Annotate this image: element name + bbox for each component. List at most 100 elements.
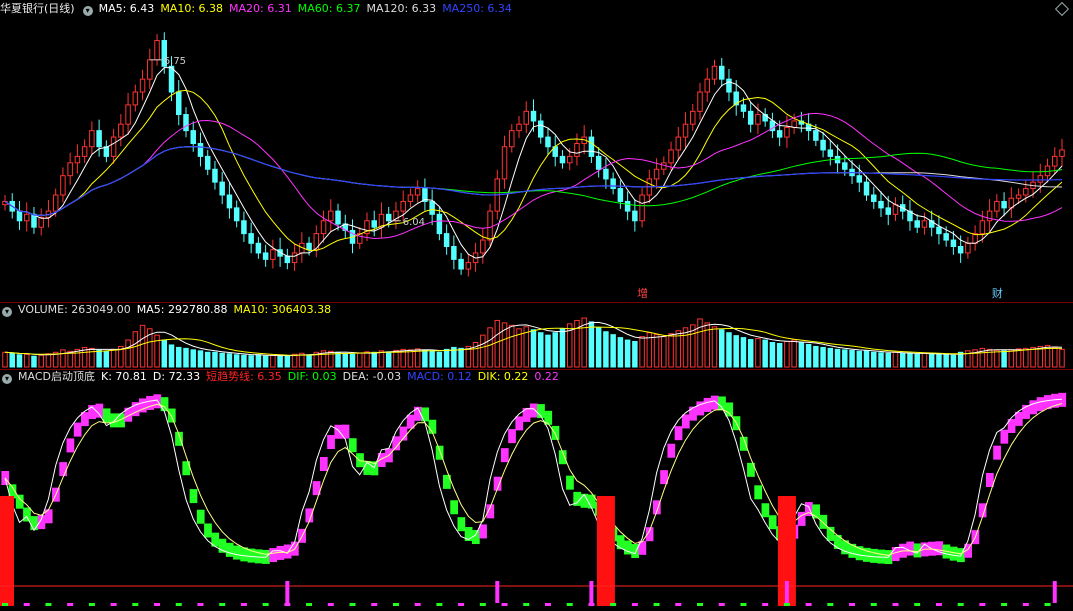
macd-hist — [718, 603, 725, 606]
candle-body — [653, 168, 660, 180]
macd-hist — [67, 603, 74, 606]
candle-body — [190, 130, 196, 145]
trend-block — [819, 514, 828, 529]
macd-hist — [566, 603, 573, 606]
volume-bar — [335, 351, 341, 368]
candle-body — [436, 213, 443, 235]
trend-block — [993, 445, 1001, 460]
volume-bar — [552, 332, 558, 368]
candle-body — [110, 136, 117, 157]
candle-body — [1052, 155, 1058, 167]
candle-body — [784, 126, 790, 138]
macd-hist — [436, 603, 443, 606]
trend-block — [102, 408, 111, 423]
candle-body — [255, 242, 262, 254]
candle-body — [219, 181, 225, 196]
event-marker-1: 财 — [992, 286, 1003, 300]
candle-body — [458, 258, 464, 270]
candle-body — [96, 130, 102, 148]
ma5-line — [4, 67, 1063, 259]
volume-bar — [385, 351, 392, 368]
candle-body — [67, 162, 73, 177]
macd-hist — [827, 603, 834, 606]
macd-hist — [675, 603, 682, 606]
volume-bar — [950, 354, 957, 368]
trend-block — [1029, 400, 1038, 415]
candle-body — [52, 194, 59, 212]
candle-body — [878, 200, 884, 209]
candle-body — [38, 217, 44, 228]
candle-body — [501, 146, 508, 180]
volume-bar — [661, 336, 667, 368]
volume-bar — [226, 353, 233, 368]
volume-bar — [371, 351, 377, 368]
candle-body — [914, 220, 920, 228]
candle-body — [986, 210, 993, 222]
trend-block — [225, 542, 234, 557]
trend-block — [204, 523, 212, 538]
trend-block — [327, 435, 335, 450]
trend-block — [500, 448, 509, 463]
candle-body — [509, 130, 515, 148]
candle-body — [197, 143, 204, 157]
volume-bar — [871, 351, 877, 368]
volume-bar — [1023, 347, 1029, 368]
candle-body — [610, 178, 616, 190]
candle-body — [176, 91, 182, 116]
volume-bar — [443, 348, 450, 368]
volume-bar — [863, 350, 870, 368]
candle-body — [443, 233, 450, 248]
candle-body — [755, 114, 761, 125]
volume-bar — [1008, 349, 1015, 368]
volume-bar — [190, 349, 196, 368]
volume-bar — [248, 355, 254, 368]
volume-bar — [494, 319, 501, 368]
macd-hist — [414, 603, 421, 606]
candle-body — [791, 120, 797, 128]
trend-block — [515, 416, 524, 431]
candle-body — [950, 239, 957, 248]
candle-body — [118, 123, 124, 138]
volume-bar — [733, 335, 739, 368]
macd-spike-1 — [495, 581, 500, 603]
volume-bar — [38, 354, 44, 368]
macd-hist — [23, 603, 30, 606]
candle-body — [335, 210, 341, 225]
candle-body — [480, 239, 486, 254]
candle-body — [132, 91, 139, 106]
trend-block — [631, 543, 639, 558]
macd-hist — [1001, 603, 1008, 606]
volume-bar — [842, 349, 848, 368]
volume-bar — [60, 349, 66, 368]
macd-hist — [805, 603, 812, 606]
volume-bar — [711, 326, 718, 368]
trend-block — [681, 414, 690, 429]
volume-bar — [747, 339, 754, 368]
volume-bar — [726, 332, 732, 368]
volume-bar — [668, 333, 674, 368]
volume-bar — [161, 339, 168, 368]
volume-bar — [907, 353, 913, 368]
volume-bar — [921, 352, 928, 368]
volume-bar — [16, 354, 23, 368]
volume-bar — [103, 350, 110, 368]
candle-body — [994, 200, 1000, 212]
candle-body — [718, 65, 725, 80]
macd-hist — [1022, 603, 1029, 606]
volume-bar — [943, 354, 949, 368]
candle-body — [306, 242, 312, 251]
candle-body — [936, 226, 942, 235]
trend-block — [160, 397, 169, 412]
macd-hist — [1044, 603, 1051, 606]
trend-block — [109, 413, 118, 428]
trend-block — [73, 422, 82, 437]
trend-block — [754, 485, 763, 500]
candle-body — [523, 110, 530, 125]
trend-block — [421, 407, 430, 422]
macd-hist — [458, 603, 465, 606]
trend-block — [870, 548, 878, 563]
candle-body — [682, 123, 689, 138]
volume-bar — [357, 352, 363, 368]
volume-bar — [769, 342, 776, 368]
volume-bar — [378, 350, 385, 368]
